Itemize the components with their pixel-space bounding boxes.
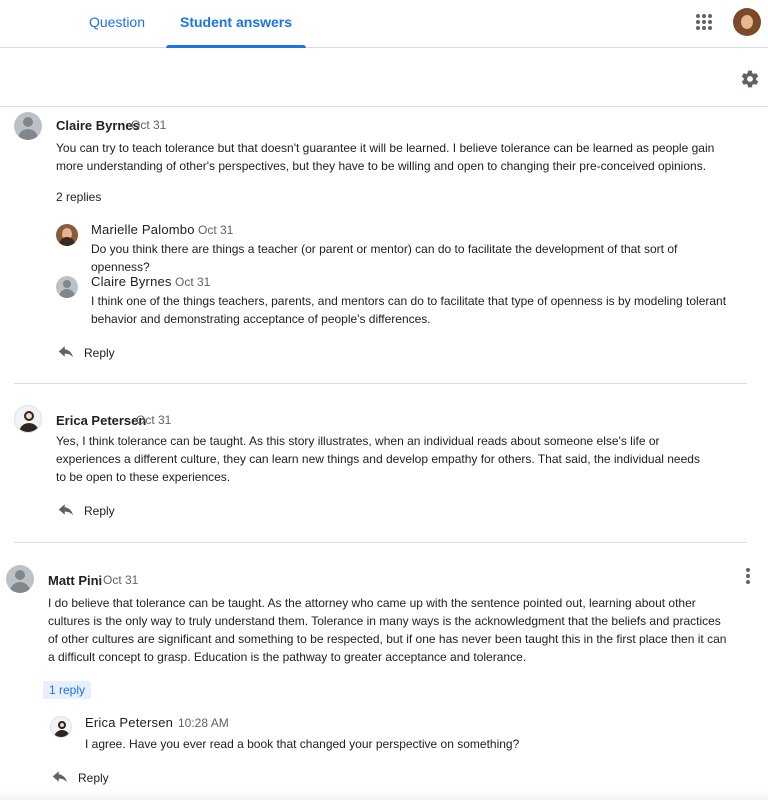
tab-student-answers-label: Student answers — [179, 14, 293, 30]
reply-label: Reply — [84, 504, 115, 518]
post-date: Oct 31 — [131, 118, 167, 132]
reply-button[interactable]: Reply — [52, 768, 122, 790]
more-vert-icon[interactable] — [746, 568, 750, 584]
post-text: You can try to teach tolerance but that … — [56, 141, 715, 173]
top-bar: Question Student answers — [0, 0, 768, 48]
gear-icon[interactable] — [740, 69, 760, 89]
replies-count[interactable]: 1 reply — [43, 681, 92, 699]
reply-date: 10:28 AM — [178, 716, 229, 730]
post-date: Oct 31 — [136, 413, 172, 427]
author-name: Erica Petersen — [56, 413, 147, 428]
reply-label: Reply — [84, 346, 115, 360]
avatar — [14, 405, 42, 433]
reply-label: Reply — [78, 771, 109, 785]
reply-date: Oct 31 — [175, 275, 211, 289]
post-text: I do believe that tolerance can be taugh… — [48, 596, 727, 664]
avatar — [50, 716, 72, 738]
reply-button[interactable]: Reply — [58, 501, 128, 523]
author-name: Matt Pini — [48, 573, 103, 588]
reply-text: I think one of the things teachers, pare… — [91, 294, 727, 326]
apps-grid-icon[interactable] — [694, 12, 714, 32]
reply-arrow-icon — [52, 771, 67, 783]
reply-author-name: Claire Byrnes — [91, 274, 172, 289]
divider — [14, 383, 747, 384]
reply-text: I agree. Have you ever read a book that … — [85, 737, 520, 751]
account-avatar[interactable] — [733, 8, 761, 36]
active-tab-indicator — [166, 45, 306, 48]
avatar — [56, 224, 78, 246]
reply-button[interactable]: Reply — [58, 343, 128, 365]
tab-question[interactable]: Question — [76, 0, 158, 48]
reply-date: Oct 31 — [198, 223, 234, 237]
toolbar — [0, 49, 768, 107]
avatar — [56, 276, 78, 298]
reply-author-name: Marielle Palombo — [91, 222, 195, 237]
reply-arrow-icon — [58, 504, 73, 516]
replies-count[interactable]: 2 replies — [56, 190, 101, 204]
tab-student-answers[interactable]: Student answers — [166, 0, 306, 48]
reply-author-name: Erica Petersen — [85, 715, 174, 730]
divider — [14, 542, 747, 543]
reply-text: Do you think there are things a teacher … — [91, 242, 678, 274]
avatar — [6, 565, 34, 593]
post-text: Yes, I think tolerance can be taught. As… — [56, 434, 700, 484]
avatar — [14, 112, 42, 140]
post-date: Oct 31 — [103, 573, 139, 587]
bottom-fade — [0, 790, 768, 800]
reply-arrow-icon — [58, 346, 73, 358]
author-name: Claire Byrnes — [56, 118, 140, 133]
